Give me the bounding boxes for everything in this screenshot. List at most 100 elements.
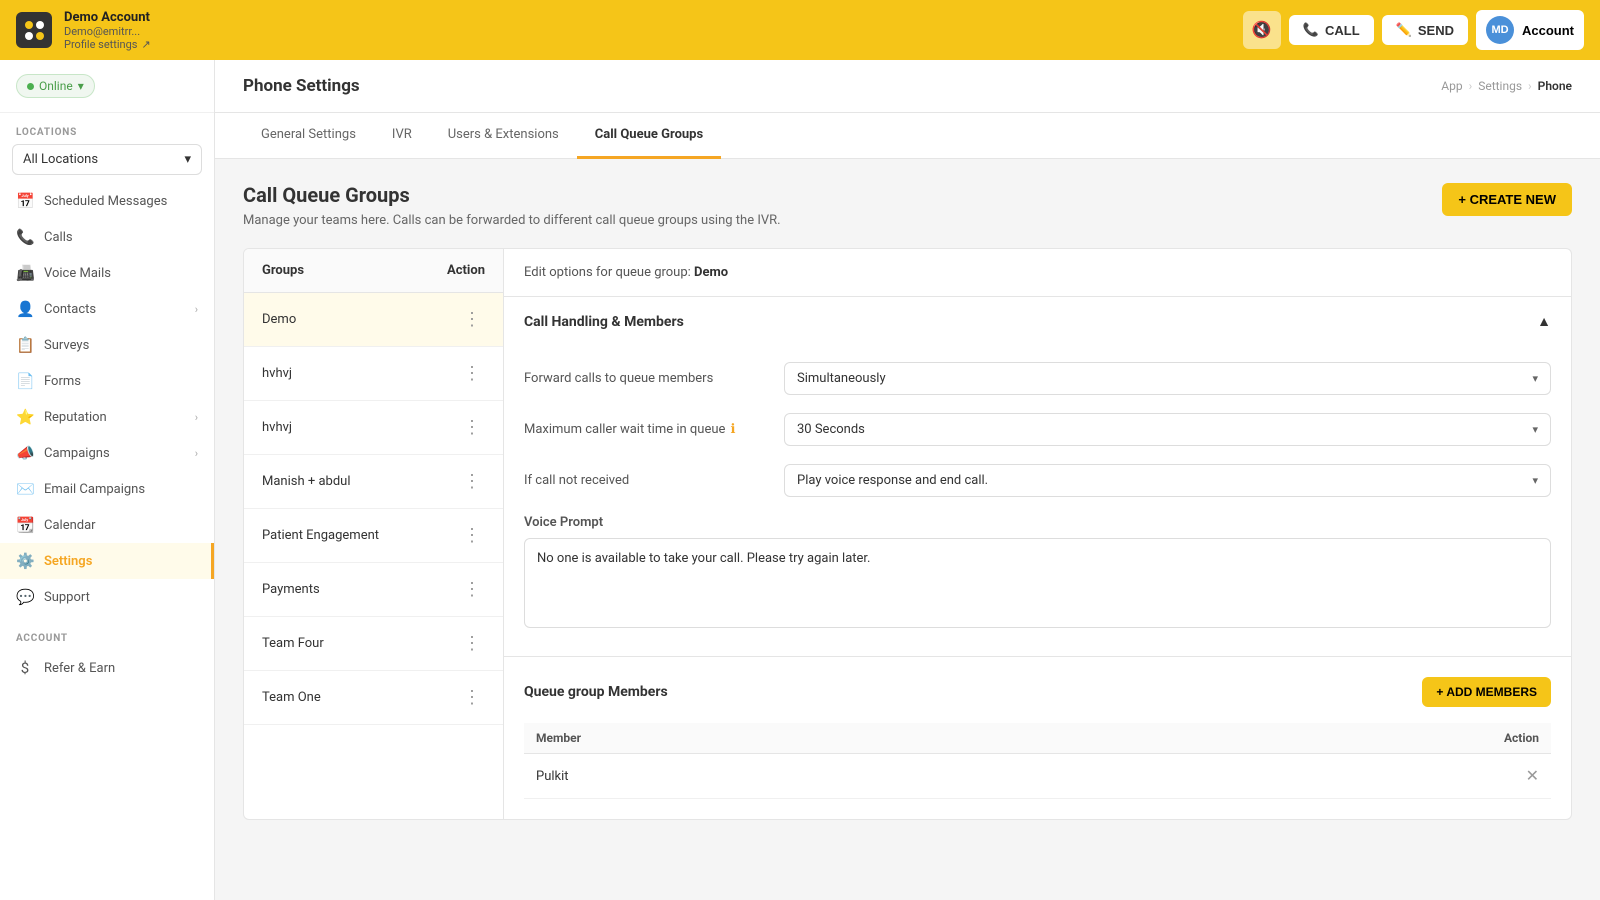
max-wait-select[interactable]: 30 Seconds ▾ [784,413,1551,446]
sidebar-item-label: Forms [44,374,81,389]
sidebar-item-calendar[interactable]: 📆 Calendar [0,507,214,543]
status-pill[interactable]: Online ▾ [16,74,95,98]
group-row[interactable]: Patient Engagement ⋮ [244,509,503,563]
table-row: Pulkit ✕ [524,754,1551,799]
max-wait-row: Maximum caller wait time in queue ℹ 30 S… [524,413,1551,446]
info-icon: ℹ [730,422,735,437]
sidebar-item-calls[interactable]: 📞 Calls [0,219,214,255]
content: Phone Settings App › Settings › Phone Ge… [215,60,1600,900]
forward-calls-control: Simultaneously ▾ [784,362,1551,395]
group-name: hvhvj [262,420,292,435]
group-name: Patient Engagement [262,528,379,543]
sidebar-item-scheduled[interactable]: 📅 Scheduled Messages [0,183,214,219]
sidebar-item-label: Support [44,590,90,605]
group-row[interactable]: hvhvj ⋮ [244,401,503,455]
group-actions-button[interactable]: ⋮ [459,579,485,600]
group-actions-button[interactable]: ⋮ [459,471,485,492]
account-button[interactable]: MD Account [1476,10,1584,50]
tab-general[interactable]: General Settings [243,113,374,159]
tab-ivr[interactable]: IVR [374,113,430,159]
group-row[interactable]: Team Four ⋮ [244,617,503,671]
voice-prompt-textarea[interactable]: No one is available to take your call. P… [524,538,1551,628]
group-actions-button[interactable]: ⋮ [459,417,485,438]
main-layout: Online ▾ LOCATIONS All Locations ▾ 📅 Sch… [0,60,1600,900]
campaigns-icon: 📣 [16,444,34,462]
call-handling-header[interactable]: Call Handling & Members ▲ [504,297,1571,346]
chevron-down-icon: ▾ [1532,423,1538,436]
group-row[interactable]: Manish + abdul ⋮ [244,455,503,509]
sidebar-item-forms[interactable]: 📄 Forms [0,363,214,399]
account-name: Demo Account [64,10,151,25]
group-name: Team Four [262,636,324,651]
page-title: Phone Settings [243,76,360,96]
group-row[interactable]: hvhvj ⋮ [244,347,503,401]
group-actions-button[interactable]: ⋮ [459,687,485,708]
breadcrumb: App › Settings › Phone [1441,79,1572,93]
call-button[interactable]: 📞 CALL [1289,15,1374,45]
group-name: hvhvj [262,366,292,381]
account-section-label: ACCOUNT [0,623,214,650]
locations-label: LOCATIONS [0,113,214,144]
sidebar: Online ▾ LOCATIONS All Locations ▾ 📅 Sch… [0,60,215,900]
chevron-down-icon: ▾ [1532,372,1538,385]
chevron-down-icon: ▾ [1532,474,1538,487]
remove-member-button[interactable]: ✕ [1526,766,1539,786]
call-handling-content: Forward calls to queue members Simultane… [504,346,1571,656]
sidebar-item-label: Calendar [44,518,96,533]
sidebar-item-voicemails[interactable]: 📠 Voice Mails [0,255,214,291]
send-button[interactable]: ✏️ SEND [1382,15,1468,45]
sidebar-item-label: Reputation [44,410,107,425]
forward-calls-select[interactable]: Simultaneously ▾ [784,362,1551,395]
account-info: Demo Account Demo@emitrr... Profile sett… [64,10,151,51]
group-actions-button[interactable]: ⋮ [459,363,485,384]
group-name: Demo [262,312,296,327]
if-not-received-select[interactable]: Play voice response and end call. ▾ [784,464,1551,497]
mute-button[interactable]: 🔇 [1243,11,1281,49]
dollar-icon: $ [16,659,34,677]
topbar-right: 🔇 📞 CALL ✏️ SEND MD Account [1243,10,1584,50]
sidebar-item-label: Calls [44,230,73,245]
sidebar-item-contacts[interactable]: 👤 Contacts › [0,291,214,327]
sidebar-item-campaigns[interactable]: 📣 Campaigns › [0,435,214,471]
sidebar-item-support[interactable]: 💬 Support [0,579,214,615]
sidebar-item-surveys[interactable]: 📋 Surveys [0,327,214,363]
group-row[interactable]: Demo ⋮ [244,293,503,347]
topbar-left: Demo Account Demo@emitrr... Profile sett… [16,10,151,51]
tabs: General Settings IVR Users & Extensions … [215,113,1600,159]
forward-calls-row: Forward calls to queue members Simultane… [524,362,1551,395]
group-name: Team One [262,690,321,705]
sidebar-item-settings[interactable]: ⚙️ Settings [0,543,214,579]
forward-calls-label: Forward calls to queue members [524,371,784,386]
tab-callqueue[interactable]: Call Queue Groups [577,113,721,159]
sidebar-account: Online ▾ [0,60,214,113]
if-not-received-label: If call not received [524,473,784,488]
group-name: Payments [262,582,320,597]
calendar-icon: 📆 [16,516,34,534]
action-col-header: Action [1077,723,1551,754]
support-icon: 💬 [16,588,34,606]
members-table: Member Action Pulkit ✕ [524,723,1551,799]
sidebar-item-refer[interactable]: $ Refer & Earn [0,650,214,686]
queue-members-header: Queue group Members + ADD MEMBERS [524,677,1551,707]
groups-panel-header: Groups Action [244,249,503,293]
call-handling-title: Call Handling & Members [524,314,684,330]
chevron-up-icon: ▲ [1537,313,1551,330]
sidebar-item-email-campaigns[interactable]: ✉️ Email Campaigns [0,471,214,507]
group-row[interactable]: Team One ⋮ [244,671,503,725]
add-members-button[interactable]: + ADD MEMBERS [1422,677,1551,707]
sidebar-item-label: Email Campaigns [44,482,145,497]
reputation-icon: ⭐ [16,408,34,426]
sidebar-item-reputation[interactable]: ⭐ Reputation › [0,399,214,435]
send-icon: ✏️ [1396,22,1412,38]
tab-users[interactable]: Users & Extensions [430,113,577,159]
member-name: Pulkit [524,754,1077,799]
group-row[interactable]: Payments ⋮ [244,563,503,617]
create-new-button[interactable]: + CREATE NEW [1442,183,1572,216]
member-col-header: Member [524,723,1077,754]
locations-dropdown[interactable]: All Locations ▾ [12,144,202,175]
group-actions-button[interactable]: ⋮ [459,633,485,654]
group-actions-button[interactable]: ⋮ [459,525,485,546]
group-actions-button[interactable]: ⋮ [459,309,485,330]
edit-panel: Edit options for queue group: Demo Call … [504,249,1571,819]
profile-settings-link[interactable]: Profile settings ↗ [64,38,151,51]
